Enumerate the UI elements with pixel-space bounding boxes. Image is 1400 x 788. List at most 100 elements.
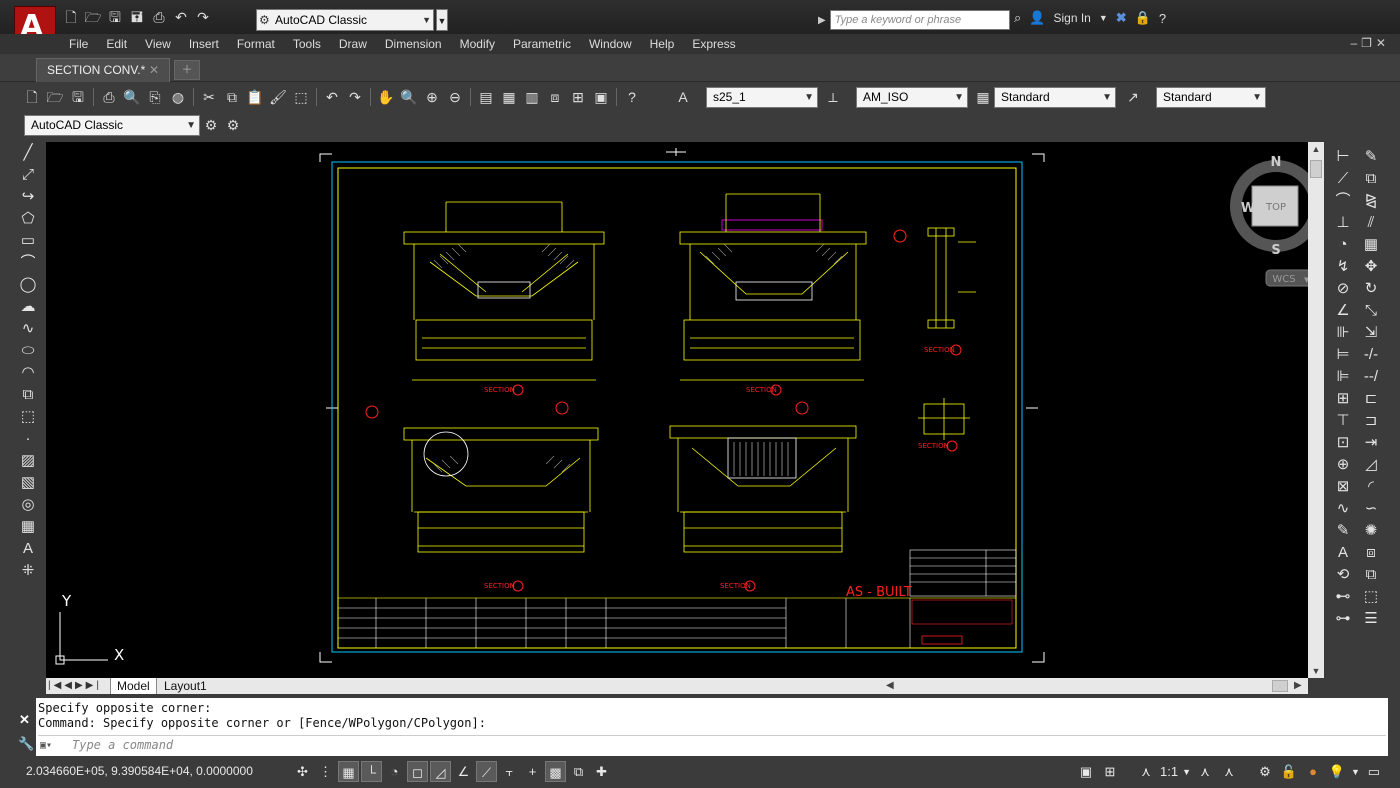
user-icon[interactable]: 👤 xyxy=(1029,10,1045,26)
erase-icon[interactable]: ✎ xyxy=(1358,146,1384,168)
dimension-update-icon[interactable]: ⟲ xyxy=(1330,564,1356,586)
sheet-set-icon[interactable]: ⧈ xyxy=(545,87,565,107)
insert-block-icon[interactable]: ⧉ xyxy=(14,384,42,406)
dimension-edit-icon[interactable]: ✎ xyxy=(1330,520,1356,542)
angular-dimension-icon[interactable]: ∠ xyxy=(1330,300,1356,322)
center-mark-icon[interactable]: ⊕ xyxy=(1330,454,1356,476)
model-space-icon[interactable]: ▣ xyxy=(1076,761,1096,782)
grid-icon[interactable]: ▦ xyxy=(338,761,359,782)
command-input[interactable]: ▣▾ Type a command xyxy=(38,735,1386,755)
scroll-right-icon[interactable]: ▶ xyxy=(1294,678,1302,694)
array-icon[interactable]: ▦ xyxy=(1358,234,1384,256)
clean-screen-icon[interactable]: ▭ xyxy=(1364,761,1384,782)
close-icon[interactable]: ✕ xyxy=(149,59,159,81)
close-icon[interactable]: ✕ xyxy=(19,712,30,728)
viewcube-north[interactable]: N xyxy=(1271,155,1282,170)
dimension-text-edit-icon[interactable]: A xyxy=(1330,542,1356,564)
viewcube-south[interactable]: S xyxy=(1271,243,1280,258)
annotation-scale-value[interactable]: 1:1 xyxy=(1160,764,1178,779)
command-prompt-icon[interactable]: ▣▾ xyxy=(40,736,52,755)
continue-dimension-icon[interactable]: ⊫ xyxy=(1330,366,1356,388)
annotation-visibility-icon[interactable]: ⋏ xyxy=(1195,761,1215,782)
properties-icon[interactable]: ▤ xyxy=(476,87,496,107)
aligned-dimension-icon[interactable]: ⟋ xyxy=(1330,168,1356,190)
make-block-icon[interactable]: ⬚ xyxy=(14,406,42,428)
plot-icon[interactable]: ⎙ xyxy=(99,87,119,107)
menu-item-tools[interactable]: Tools xyxy=(284,36,330,52)
print-icon[interactable]: ⎙ xyxy=(150,8,168,26)
sign-in-button[interactable]: Sign In xyxy=(1053,11,1090,25)
polyline-icon[interactable]: ↪ xyxy=(14,186,42,208)
workspace-select[interactable]: ⚙ AutoCAD Classic ▼ xyxy=(256,9,434,31)
add-selected-icon[interactable]: ⁜ xyxy=(14,560,42,582)
markup-icon[interactable]: ⊞ xyxy=(568,87,588,107)
menu-item-draw[interactable]: Draw xyxy=(330,36,376,52)
menu-item-insert[interactable]: Insert xyxy=(180,36,228,52)
qat-customize-button[interactable]: ▼ xyxy=(436,9,448,31)
table-icon[interactable]: ▦ xyxy=(14,516,42,538)
viewcube[interactable]: N S E W TOP WCS ▼ xyxy=(1206,155,1308,296)
menu-item-window[interactable]: Window xyxy=(580,36,641,52)
arc-length-icon[interactable]: ⌒ xyxy=(1330,190,1356,212)
menu-item-view[interactable]: View xyxy=(136,36,180,52)
undo-icon[interactable]: ↶ xyxy=(322,87,342,107)
zoom-window-icon[interactable]: ⊕ xyxy=(422,87,442,107)
menu-item-modify[interactable]: Modify xyxy=(451,36,504,52)
keep-connected-icon[interactable]: 🔒 xyxy=(1135,10,1151,26)
open-folder-icon[interactable]: 🗁 xyxy=(84,8,102,26)
region-icon[interactable]: ◎ xyxy=(14,494,42,516)
dim-style-select[interactable]: AM_ISO ▼ xyxy=(856,87,968,108)
hatch-icon[interactable]: ▨ xyxy=(14,450,42,472)
extend-icon[interactable]: --/ xyxy=(1358,366,1384,388)
save-icon[interactable]: 🖫 xyxy=(68,87,88,107)
save-as-icon[interactable]: 🖬 xyxy=(128,8,146,26)
viewcube-face[interactable]: TOP xyxy=(1265,202,1286,213)
revision-cloud-icon[interactable]: ☁ xyxy=(14,296,42,318)
layout-tab-navigation[interactable]: |◀◀▶▶| xyxy=(48,678,102,694)
spline-icon[interactable]: ∿ xyxy=(14,318,42,340)
binoculars-icon[interactable]: ⌕ xyxy=(1014,10,1021,26)
menu-item-edit[interactable]: Edit xyxy=(97,36,136,52)
ellipse-icon[interactable]: ⬭ xyxy=(14,340,42,362)
undo-icon[interactable]: ↶ xyxy=(172,8,190,26)
new-tab-button[interactable]: ＋ xyxy=(174,60,200,80)
viewcube-west[interactable]: W xyxy=(1241,201,1255,216)
zoom-realtime-icon[interactable]: 🔍 xyxy=(399,87,419,107)
quick-view-layouts-icon[interactable]: ⊞ xyxy=(1100,761,1120,782)
mirror-icon[interactable]: ⧎ xyxy=(1358,190,1384,212)
group-icon[interactable]: ⧉ xyxy=(1358,564,1384,586)
horizontal-scroll-thumb[interactable] xyxy=(1272,680,1288,692)
design-center-icon[interactable]: ▦ xyxy=(499,87,519,107)
text-style-select[interactable]: s25_1 ▼ xyxy=(706,87,818,108)
workspace-switching-icon[interactable]: ⚙ xyxy=(1255,761,1275,782)
scroll-thumb[interactable] xyxy=(1310,160,1322,178)
scroll-left-icon[interactable]: ◀ xyxy=(886,678,894,694)
chamfer-icon[interactable]: ◿ xyxy=(1358,454,1384,476)
new-file-icon[interactable]: 🗋 xyxy=(62,8,80,26)
lineweight-icon[interactable]: + xyxy=(522,761,543,782)
tool-palettes-icon[interactable]: ▥ xyxy=(522,87,542,107)
chevron-down-icon[interactable]: ▼ xyxy=(1182,767,1191,777)
cut-icon[interactable]: ✂ xyxy=(199,87,219,107)
radius-dimension-icon[interactable]: ◔ xyxy=(1330,234,1356,256)
multileader-style-select[interactable]: Standard ▼ xyxy=(1156,87,1266,108)
ordinate-dimension-icon[interactable]: ⊥ xyxy=(1330,212,1356,234)
break-icon[interactable]: ⊐ xyxy=(1358,410,1384,432)
copy-object-icon[interactable]: ⧉ xyxy=(1358,168,1384,190)
zoom-previous-icon[interactable]: ⊖ xyxy=(445,87,465,107)
plot-preview-icon[interactable]: 🔍 xyxy=(122,87,142,107)
rectangle-icon[interactable]: ▭ xyxy=(14,230,42,252)
scroll-down-icon[interactable]: ▼ xyxy=(1308,664,1324,678)
object-snap-tracking-icon[interactable]: ∠ xyxy=(453,761,474,782)
lock-ui-icon[interactable]: 🔓 xyxy=(1279,761,1299,782)
menu-item-help[interactable]: Help xyxy=(641,36,684,52)
tab-layout1[interactable]: Layout1 xyxy=(158,678,213,694)
linear-dimension-icon[interactable]: ⊢ xyxy=(1330,146,1356,168)
arc-icon[interactable]: ⌒ xyxy=(14,252,42,274)
dynamic-ucs-icon[interactable]: ⟋ xyxy=(476,761,497,782)
pan-icon[interactable]: ✋ xyxy=(376,87,396,107)
help-icon[interactable]: ? xyxy=(1159,11,1166,26)
menu-item-parametric[interactable]: Parametric xyxy=(504,36,580,52)
transparency-icon[interactable]: ▩ xyxy=(545,761,566,782)
stretch-icon[interactable]: ⇲ xyxy=(1358,322,1384,344)
